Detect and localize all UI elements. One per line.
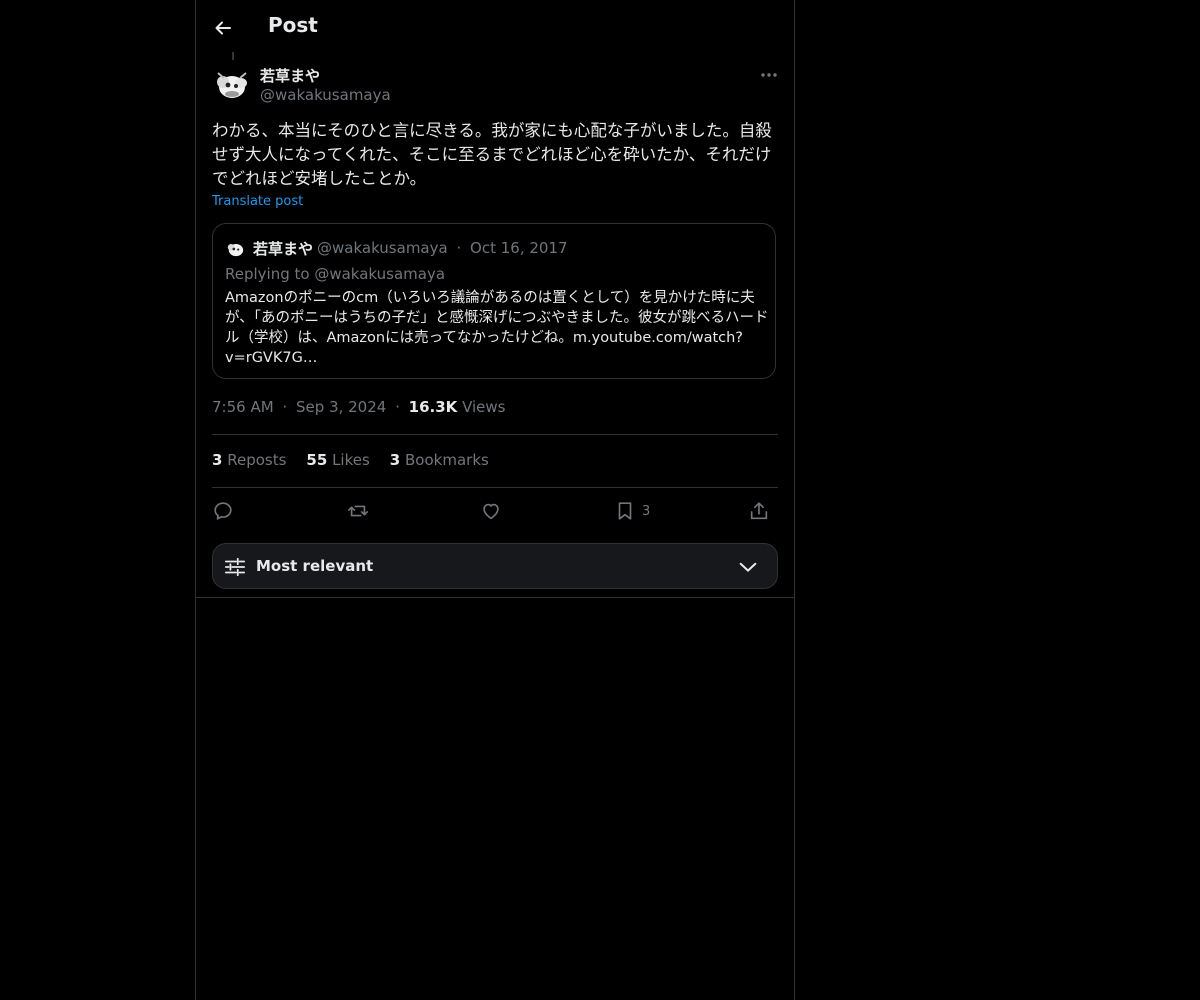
avatar[interactable]: [212, 65, 252, 105]
post-text: わかる、本当にそのひと言に尽きる。我が家にも心配な子がいました。自殺せず大人にな…: [212, 121, 772, 188]
reposts-label: Reposts: [227, 451, 287, 469]
bookmarks-label: Bookmarks: [405, 451, 489, 469]
main-column: Post 若草まや @wakakusamaya わかる、本当にそのひと言に尽きる…: [195, 0, 795, 1000]
thread-line: [232, 52, 234, 60]
quote-replying-to: Replying to @wakakusamaya: [225, 265, 446, 283]
post-date[interactable]: Sep 3, 2024: [296, 398, 386, 416]
page-title: Post: [268, 13, 318, 37]
more-options-button[interactable]: [754, 64, 784, 86]
arrow-left-icon: [215, 21, 231, 35]
bookmark-count: 3: [642, 503, 651, 519]
more-icon: [761, 73, 777, 77]
bookmarks-stat[interactable]: 3 Bookmarks: [390, 451, 489, 469]
author-handle[interactable]: @wakakusamaya: [260, 86, 391, 104]
sliders-icon: [224, 557, 246, 577]
quote-date: Oct 16, 2017: [470, 239, 568, 257]
share-button[interactable]: [748, 497, 770, 525]
likes-label: Likes: [332, 451, 370, 469]
divider: [212, 434, 778, 435]
reposts-stat[interactable]: 3 Reposts: [212, 451, 286, 469]
post-time[interactable]: 7:56 AM: [212, 398, 274, 416]
repost-button[interactable]: [346, 497, 370, 525]
quote-separator: ·: [456, 239, 462, 257]
likes-stat[interactable]: 55 Likes: [306, 451, 369, 469]
quote-text: Amazonのポニーのcm（いろいろ議論があるのは置くとして）を見かけた時に夫が…: [225, 290, 769, 366]
heart-icon: [483, 503, 499, 520]
share-icon: [750, 502, 768, 520]
engagement-stats: 3 Reposts 55 Likes 3 Bookmarks: [212, 451, 489, 469]
views-label: Views: [462, 398, 506, 416]
action-bar: 3: [212, 497, 778, 527]
sort-label: Most relevant: [256, 557, 374, 575]
meta-separator: ·: [282, 398, 288, 416]
bookmark-button[interactable]: 3: [614, 497, 650, 525]
views-count: 16.3K: [408, 398, 458, 416]
avatar-image: [212, 65, 252, 105]
bookmark-icon: [618, 502, 632, 520]
like-button[interactable]: [480, 497, 502, 525]
post-meta: 7:56 AM · Sep 3, 2024 · 16.3K Views: [212, 398, 505, 416]
quote-author-name: 若草まや: [253, 240, 314, 258]
back-button[interactable]: [206, 11, 240, 45]
sort-replies-dropdown[interactable]: Most relevant: [212, 543, 778, 589]
quote-avatar-image: [225, 238, 247, 260]
header: Post: [196, 0, 794, 54]
reply-icon: [214, 502, 232, 520]
bookmarks-count: 3: [389, 451, 401, 469]
quote-author-handle: @wakakusamaya: [317, 239, 448, 257]
author-name[interactable]: 若草まや: [260, 65, 320, 86]
quoted-post[interactable]: 若草まや @wakakusamaya · Oct 16, 2017 Replyi…: [212, 223, 776, 379]
meta-separator: ·: [395, 398, 400, 416]
quote-avatar: [225, 238, 247, 260]
reply-button[interactable]: [212, 497, 234, 525]
likes-count: 55: [306, 451, 328, 469]
reposts-count: 3: [212, 451, 223, 469]
quote-meta: @wakakusamaya · Oct 16, 2017: [317, 239, 568, 257]
divider: [212, 487, 778, 488]
repost-icon: [348, 505, 368, 517]
translate-post-link[interactable]: Translate post: [212, 194, 303, 209]
section-divider: [196, 597, 794, 598]
chevron-down-icon: [739, 562, 757, 572]
